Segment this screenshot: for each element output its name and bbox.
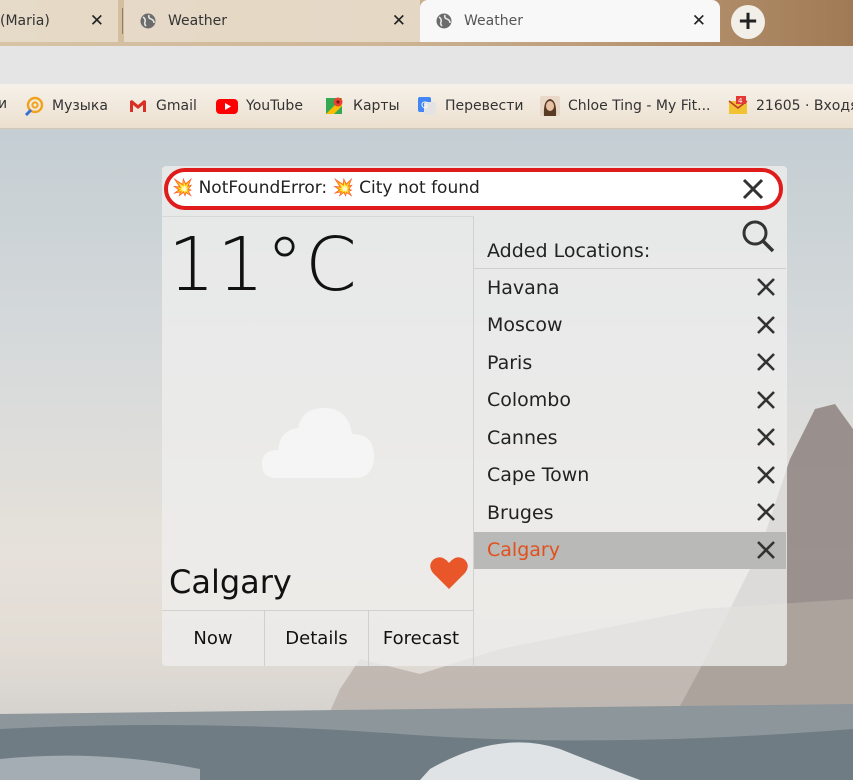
bookmark-label: Музыка [52, 98, 108, 114]
close-tab-icon[interactable]: ✕ [392, 11, 406, 31]
location-name: Cannes [487, 426, 558, 449]
location-name: Cape Town [487, 464, 590, 487]
remove-icon[interactable] [756, 390, 776, 410]
location-item[interactable]: Paris [474, 344, 786, 382]
location-item[interactable]: Cannes [474, 419, 786, 457]
location-item[interactable]: Havana [474, 269, 786, 307]
bookmark-item[interactable]: Gmail [128, 96, 197, 116]
mailbox-icon: 4 [728, 96, 748, 114]
location-item[interactable]: Cape Town [474, 457, 786, 495]
location-name: Havana [487, 276, 560, 299]
svg-text:G: G [421, 101, 428, 111]
location-name: Paris [487, 351, 533, 374]
svg-text:4: 4 [738, 97, 743, 105]
globe-icon [436, 13, 452, 29]
bookmark-label: и [0, 96, 8, 112]
bookmark-item[interactable]: Chloe Ting - My Fit... [540, 96, 710, 116]
maps-icon [326, 97, 343, 114]
remove-icon[interactable] [756, 315, 776, 335]
gmail-icon [130, 100, 146, 112]
tab-title: Weather [464, 13, 523, 29]
temperature: 11°C [168, 222, 359, 308]
location-name: Colombo [487, 389, 571, 412]
location-name: Calgary [487, 539, 560, 562]
close-icon[interactable] [741, 177, 765, 201]
tab-now[interactable]: Now [162, 611, 265, 666]
cloud-icon [262, 408, 374, 478]
new-tab-button[interactable]: + [731, 5, 765, 39]
search-icon[interactable] [741, 219, 775, 253]
bookmark-item[interactable]: и [0, 96, 7, 112]
heart-icon[interactable] [430, 556, 468, 590]
remove-icon[interactable] [756, 540, 776, 560]
close-tab-icon[interactable]: ✕ [90, 11, 104, 31]
location-item[interactable]: Bruges [474, 494, 786, 532]
bookmark-item[interactable]: 4 21605 · Входящ [728, 96, 853, 116]
bookmark-label: Gmail [156, 98, 197, 114]
location-name: Moscow [487, 314, 563, 337]
tab-divider [122, 8, 123, 34]
bookmark-item[interactable]: G Перевести [417, 96, 523, 116]
browser-tab[interactable]: Weather ✕ [124, 0, 420, 42]
location-item[interactable]: Colombo [474, 382, 786, 420]
bookmark-item[interactable]: Карты [325, 96, 400, 116]
bookmark-label: 21605 · Входящ [756, 98, 853, 114]
tab-forecast[interactable]: Forecast [369, 611, 473, 666]
translate-icon: G [418, 97, 436, 115]
city-name: Calgary [169, 563, 292, 601]
tab-title: Weather [168, 13, 227, 29]
remove-icon[interactable] [756, 427, 776, 447]
remove-icon[interactable] [756, 352, 776, 372]
locations-list: Havana Moscow Paris Colombo Cannes Cape … [474, 268, 786, 569]
close-tab-icon[interactable]: ✕ [692, 11, 706, 31]
bookmark-item[interactable]: YouTube [216, 96, 303, 116]
bookmarks-bar: и Музыка Gmail YouTube Карты G Перевести… [0, 84, 853, 129]
bookmark-label: Chloe Ting - My Fit... [568, 98, 711, 114]
tab-details[interactable]: Details [265, 611, 369, 666]
youtube-icon [216, 99, 238, 114]
bookmark-label: Перевести [445, 98, 524, 114]
added-locations-title: Added Locations: [487, 240, 651, 262]
remove-icon[interactable] [756, 277, 776, 297]
error-banner: 💥 NotFoundError: 💥 City not found [164, 168, 783, 210]
music-at-icon [24, 96, 44, 116]
bookmark-item[interactable]: Музыка [24, 96, 108, 116]
avatar-icon [540, 96, 560, 116]
location-name: Bruges [487, 501, 554, 524]
location-item[interactable]: Moscow [474, 307, 786, 345]
remove-icon[interactable] [756, 502, 776, 522]
address-bar[interactable] [0, 46, 853, 84]
weather-tabs: Now Details Forecast [162, 610, 473, 666]
location-item-selected[interactable]: Calgary [474, 531, 786, 569]
browser-tabstrip: (Maria) ✕ Weather ✕ Weather ✕ + [0, 0, 853, 46]
bookmark-label: YouTube [246, 98, 303, 114]
browser-tab[interactable]: (Maria) ✕ [0, 0, 118, 42]
remove-icon[interactable] [756, 465, 776, 485]
browser-tab-active[interactable]: Weather ✕ [420, 0, 720, 42]
bookmark-label: Карты [353, 98, 400, 114]
error-message: 💥 NotFoundError: 💥 City not found [172, 178, 480, 198]
globe-icon [140, 13, 156, 29]
tab-title: (Maria) [0, 13, 50, 29]
